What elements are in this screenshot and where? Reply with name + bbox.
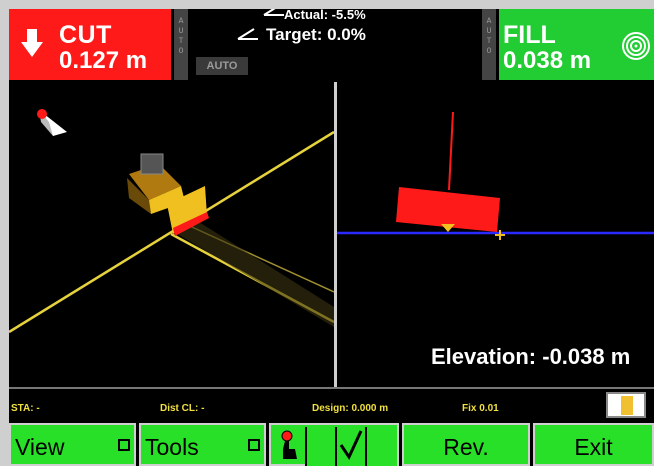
elevation-readout: Elevation: -0.038 m [431, 344, 631, 369]
3d-view[interactable] [8, 82, 335, 387]
checkbox-icon [248, 439, 260, 451]
fix-readout: Fix 0.01 [462, 403, 499, 414]
check-icon [339, 430, 363, 461]
compass-icon[interactable] [37, 109, 67, 136]
status-bar: STA: - Dist CL: - Design: 0.000 m Fix 0.… [0, 387, 654, 425]
auto-strip-right[interactable]: A U T O [482, 9, 496, 80]
grade-actual: Actual: -5.5% [284, 7, 366, 22]
cut-panel: CUT 0.127 m [9, 9, 171, 80]
button-bar: View Tools Rev. Exit [0, 423, 654, 466]
view-button[interactable]: View [9, 423, 136, 466]
control-button-group[interactable] [269, 423, 399, 466]
mode-slot[interactable] [365, 427, 397, 466]
down-arrow-icon [21, 29, 43, 57]
fill-panel: FILL 0.038 m [499, 9, 654, 80]
mast-line [448, 111, 454, 191]
auto-strip-left[interactable]: A U T O [174, 9, 188, 80]
tools-button-label: Tools [145, 434, 199, 460]
confirm-slot[interactable] [335, 427, 365, 466]
mode-slot[interactable] [305, 427, 335, 466]
rev-button[interactable]: Rev. [402, 423, 530, 466]
frame-top-edge [0, 0, 654, 9]
cut-label: CUT [59, 21, 112, 49]
blade-shadow [174, 222, 334, 327]
guide-line [8, 130, 335, 334]
dozer-icon [127, 153, 209, 236]
exit-button[interactable]: Exit [533, 423, 654, 466]
indicator-bar [621, 396, 633, 415]
3d-scene [8, 109, 335, 334]
frame-left-edge [0, 0, 9, 466]
checkbox-icon [118, 439, 130, 451]
view-button-label: View [15, 434, 65, 460]
tools-button[interactable]: Tools [139, 423, 266, 466]
rev-button-label: Rev. [443, 434, 489, 460]
station-readout: STA: - [11, 403, 40, 414]
exit-button-label: Exit [574, 434, 613, 460]
machine-guidance-screen: CUT 0.127 m A U T O A U T O Actual: -5.5… [0, 0, 654, 466]
machine-indicator[interactable] [606, 392, 646, 418]
fill-label: FILL [503, 21, 556, 49]
distance-cl-readout: Dist CL: - [160, 403, 205, 414]
cross-section-scene [337, 111, 654, 240]
slope-angle-icon [237, 28, 258, 40]
blade-tip-marker [441, 224, 455, 232]
cross-section-view[interactable]: Elevation: -0.038 m [337, 82, 654, 387]
fill-value: 0.038 m [503, 47, 592, 74]
target-icon[interactable] [621, 31, 651, 61]
cut-value: 0.127 m [59, 47, 148, 74]
auto-button[interactable]: AUTO [196, 57, 248, 75]
grade-target: Target: 0.0% [266, 25, 366, 44]
design-readout: Design: 0.000 m [312, 403, 389, 414]
joystick-icon[interactable] [277, 429, 303, 463]
